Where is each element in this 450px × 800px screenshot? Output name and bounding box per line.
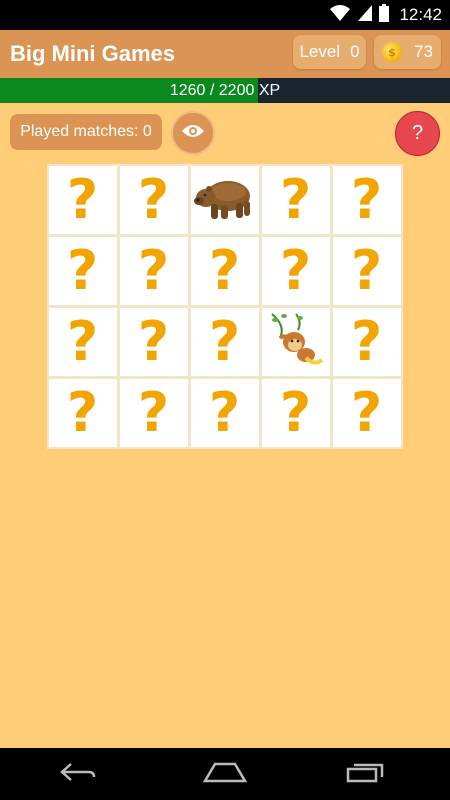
back-button[interactable] [48,756,108,792]
question-mark-icon: ? [350,381,383,445]
card-hidden[interactable]: ? [332,379,401,448]
question-mark-icon: ? [137,167,170,231]
card-hidden[interactable]: ? [190,379,259,448]
card-hidden[interactable]: ? [332,165,401,234]
bear-icon [193,172,256,227]
app-title: Big Mini Games [10,41,176,66]
card-hidden[interactable]: ? [119,308,188,377]
question-mark-icon: ? [350,238,383,302]
question-mark-icon: ? [66,381,99,445]
wifi-icon [329,4,351,27]
question-mark-icon: ? [66,167,99,231]
question-mark-icon: ? [279,238,312,302]
card-hidden[interactable]: ? [261,379,330,448]
card-hidden[interactable]: ? [119,236,188,305]
card-hidden[interactable]: ? [119,379,188,448]
question-mark-icon: ? [279,167,312,231]
monkey-icon [266,312,326,373]
question-mark-icon: ? [208,238,241,302]
svg-text:$: $ [388,46,396,58]
status-bar: 12:42 [0,0,450,30]
card-revealed-monkey[interactable] [261,308,330,377]
navigation-bar [0,748,450,800]
card-revealed-bear[interactable] [190,165,259,234]
card-hidden[interactable]: ? [119,165,188,234]
recent-apps-button[interactable] [336,756,396,792]
question-mark-icon: ? [208,381,241,445]
level-label: Level [299,42,341,61]
back-icon [59,762,97,787]
question-mark-icon: ? [66,310,99,374]
card-hidden[interactable]: ? [48,308,117,377]
question-mark-icon: ? [137,238,170,302]
card-hidden[interactable]: ? [332,308,401,377]
coins-chip[interactable]: $ 73 [374,35,441,69]
question-mark-icon: ? [350,310,383,374]
home-button[interactable] [195,756,255,792]
level-value: 0 [350,42,360,61]
reveal-button[interactable] [171,111,215,155]
coin-count: 73 [414,42,433,61]
card-hidden[interactable]: ? [261,236,330,305]
recent-apps-icon [346,761,386,788]
memory-board: ?????????????????? [47,164,403,449]
status-icons: 12:42 [329,0,442,30]
help-button[interactable]: ? [395,111,440,156]
question-mark-icon: ? [137,310,170,374]
card-hidden[interactable]: ? [261,165,330,234]
app-bar: Big Mini Games Level 0 $ 73 [0,30,450,78]
card-hidden[interactable]: ? [332,236,401,305]
battery-icon [379,3,390,27]
status-time: 12:42 [399,5,442,24]
card-hidden[interactable]: ? [190,236,259,305]
question-mark-icon: ? [137,381,170,445]
card-hidden[interactable]: ? [48,165,117,234]
card-hidden[interactable]: ? [190,308,259,377]
question-mark-icon: ? [350,167,383,231]
card-hidden[interactable]: ? [48,379,117,448]
home-icon [202,761,248,788]
xp-text: 1260 / 2200 XP [169,81,281,99]
question-mark-icon: ? [208,310,241,374]
level-chip[interactable]: Level 0 [293,35,366,69]
played-matches-button[interactable]: Played matches: 0 [10,114,162,150]
eye-icon [181,123,205,144]
question-mark-icon: ? [279,381,312,445]
coin-icon: $ [382,42,403,62]
xp-progress-bar: 1260 / 2200 XP [0,78,450,103]
card-hidden[interactable]: ? [48,236,117,305]
question-mark-icon: ? [66,238,99,302]
signal-icon [357,4,373,27]
